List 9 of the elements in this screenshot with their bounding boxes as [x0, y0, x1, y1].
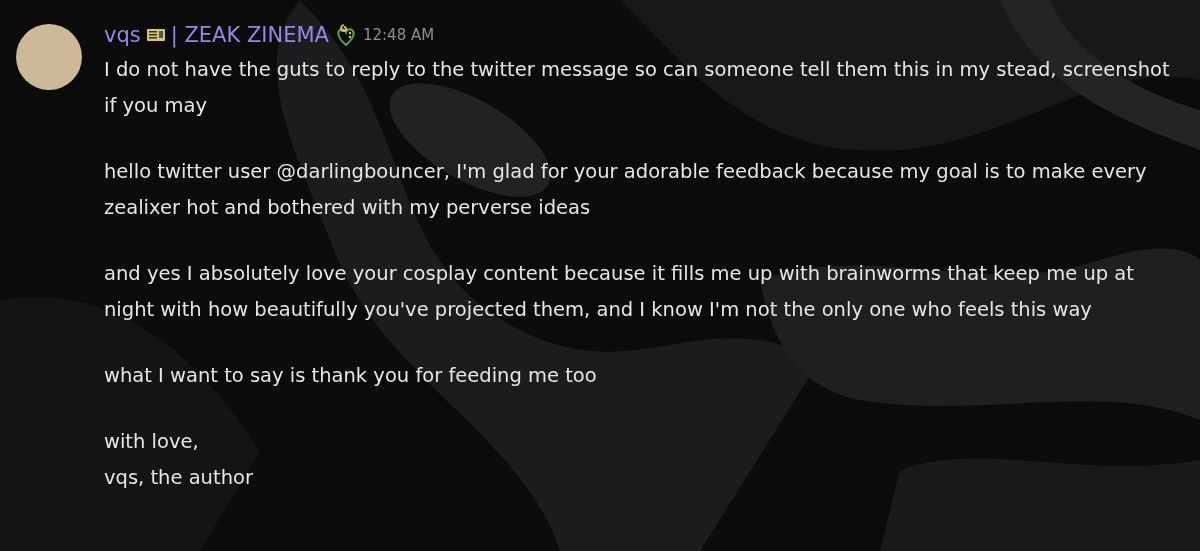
message-text: with love, vqs, the author: [104, 429, 254, 491]
message-text: hello twitter user @darlingbouncer, I'm glad for your adorable feedback because my goal is to make every zealixer hot and bothered with my perverse ideas: [104, 159, 1148, 221]
timestamp: 12:48 AM: [362, 26, 435, 44]
role-name[interactable]: | ZEAK ZINEMA: [170, 23, 329, 47]
message-text: and yes I absolutely love your cosplay content because it fills me up with brainworms that keep me up at night with how beautifully you've projected them, and I know I'm not the only one who feels this way: [104, 261, 1135, 323]
clef-heart-icon: [334, 23, 357, 47]
message-text: what I want to say is thank you for feeding me too: [104, 363, 598, 389]
message-text: I do not have the guts to reply to the twitter message so can someone tell them this in my stead, screenshot if you may: [104, 57, 1171, 119]
username[interactable]: vqs: [104, 23, 141, 47]
